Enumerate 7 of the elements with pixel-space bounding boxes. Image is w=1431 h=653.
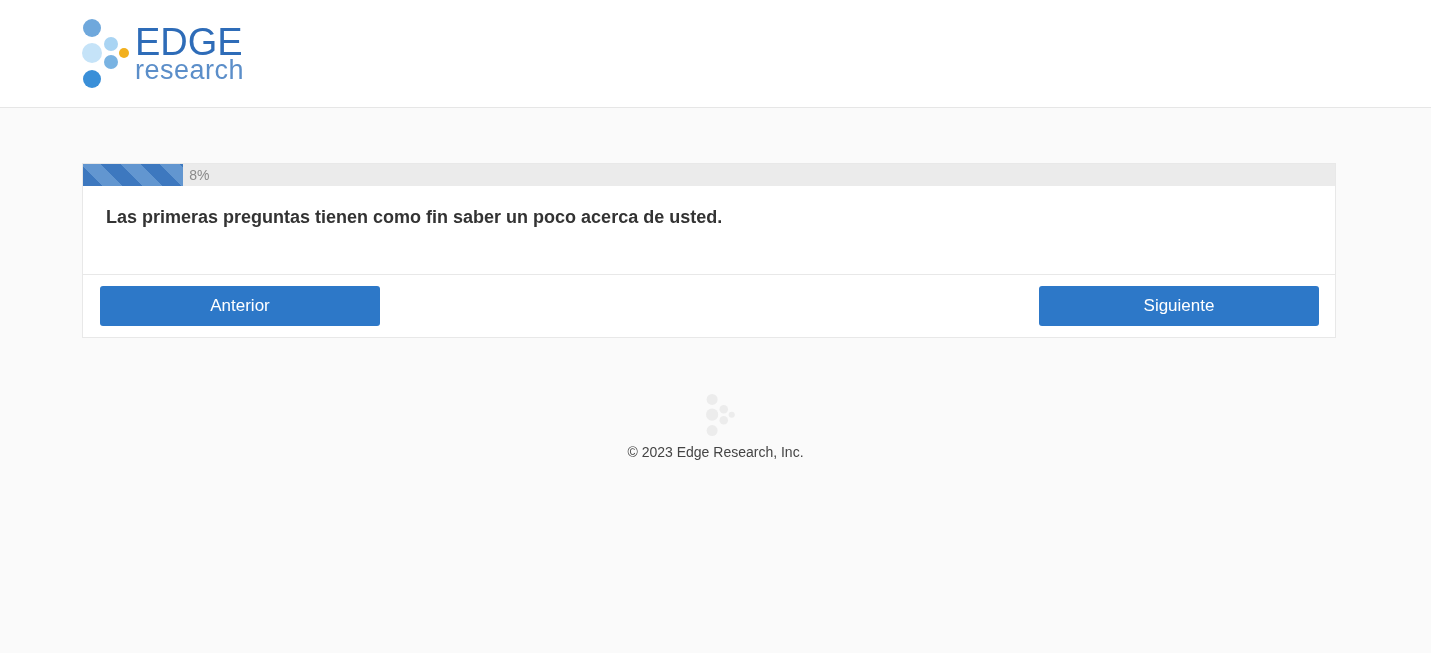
copyright-text: © 2023 Edge Research, Inc. bbox=[627, 444, 804, 460]
logo-subtitle: research bbox=[135, 57, 245, 84]
question-text: Las primeras preguntas tienen como fin saber un poco acerca de usted. bbox=[105, 206, 724, 229]
next-button[interactable]: Siguiente bbox=[1039, 286, 1319, 326]
previous-button[interactable]: Anterior bbox=[100, 286, 380, 326]
progress-percent: 8% bbox=[189, 167, 210, 183]
logo-dots-icon bbox=[82, 18, 131, 89]
